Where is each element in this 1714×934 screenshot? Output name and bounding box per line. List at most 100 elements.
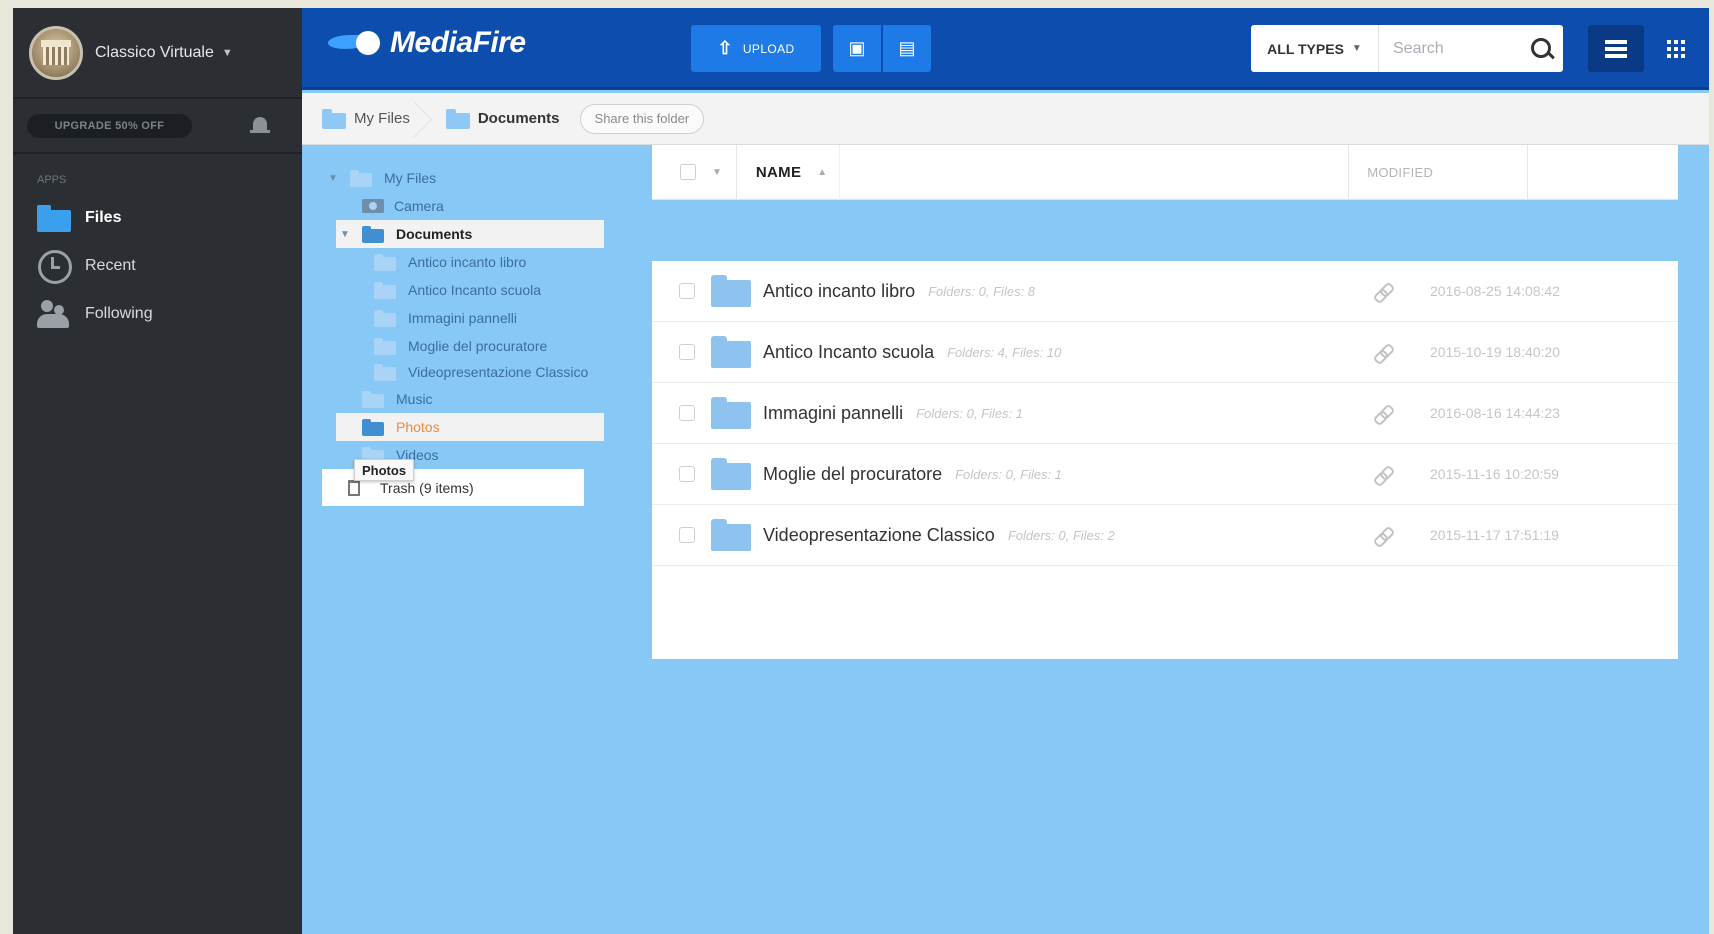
- file-meta: Folders: 0, Files: 8: [928, 283, 1036, 299]
- chevron-down-icon[interactable]: ▼: [712, 167, 722, 178]
- row-checkbox[interactable]: [679, 527, 695, 543]
- row-checkbox[interactable]: [679, 466, 695, 482]
- search-input[interactable]: [1379, 25, 1519, 72]
- tree-item-label: Camera: [394, 198, 444, 214]
- notification-bell-icon[interactable]: [250, 115, 270, 137]
- sort-ascending-icon[interactable]: ▲: [817, 167, 827, 178]
- share-link-icon[interactable]: [1374, 283, 1392, 301]
- column-modified-header[interactable]: MODIFIED: [1367, 165, 1433, 180]
- upgrade-row: UPGRADE 50% OFF: [13, 99, 302, 154]
- folder-icon: [322, 108, 348, 129]
- search-group: ALL TYPES ▼: [1251, 25, 1563, 72]
- folder-tree: ▼ My Files Camera ▼ Documents Antico inc…: [302, 145, 632, 934]
- table-row[interactable]: Videopresentazione Classico Folders: 0, …: [652, 505, 1678, 566]
- collapse-triangle-icon[interactable]: ▼: [340, 229, 352, 240]
- breadcrumb-my-files[interactable]: My Files: [302, 93, 426, 144]
- upload-icon: ⇧: [717, 38, 733, 58]
- search-icon[interactable]: [1519, 25, 1563, 72]
- folder-icon: [374, 337, 398, 355]
- share-link-icon[interactable]: [1374, 405, 1392, 423]
- upload-label: UPLOAD: [742, 41, 795, 56]
- tree-item-antico-incanto-libro[interactable]: Antico incanto libro: [374, 248, 526, 276]
- tree-item-immagini-pannelli[interactable]: Immagini pannelli: [374, 304, 517, 332]
- column-divider: [1348, 144, 1350, 200]
- logo[interactable]: MediaFire: [328, 26, 526, 60]
- table-row[interactable]: Immagini pannelli Folders: 0, Files: 1 2…: [652, 383, 1678, 444]
- file-list-header: ▼ NAME ▲ MODIFIED: [652, 144, 1678, 200]
- tree-item-label: Videopresentazione Classico: [408, 364, 589, 380]
- folder-icon: [362, 390, 386, 408]
- share-link-icon[interactable]: [1374, 527, 1392, 545]
- folder-icon: [35, 202, 73, 234]
- mediafire-logo-icon: [328, 29, 386, 57]
- row-checkbox[interactable]: [679, 344, 695, 360]
- tree-item-antico-incanto-scuola[interactable]: Antico Incanto scuola: [374, 276, 541, 304]
- sidebar-item-files[interactable]: Files: [13, 194, 302, 242]
- file-modified: 2016-08-16 14:44:23: [1430, 405, 1560, 421]
- tree-item-camera[interactable]: Camera: [362, 192, 444, 220]
- folder-icon: [711, 336, 751, 368]
- file-modified: 2015-11-17 17:51:19: [1430, 527, 1559, 543]
- file-name[interactable]: Antico Incanto scuola: [763, 342, 934, 363]
- tree-item-videopresentazione-classico[interactable]: Videopresentazione Classico: [374, 358, 588, 386]
- file-name[interactable]: Moglie del procuratore: [763, 464, 942, 485]
- sidebar-item-recent[interactable]: Recent: [13, 242, 302, 290]
- upgrade-button[interactable]: UPGRADE 50% OFF: [27, 113, 192, 138]
- top-bar: MediaFire ⇧ UPLOAD ▣ ▤ ALL TYPES ▼: [302, 8, 1709, 90]
- grid-view-icon: [1667, 39, 1685, 58]
- tree-item-label: Trash (9 items): [380, 480, 474, 496]
- column-name-header[interactable]: NAME: [756, 164, 801, 181]
- table-row[interactable]: Antico Incanto scuola Folders: 4, Files:…: [652, 322, 1678, 383]
- row-checkbox[interactable]: [679, 283, 695, 299]
- new-folder-button[interactable]: ▣: [833, 25, 881, 72]
- folder-icon: [711, 275, 751, 307]
- file-meta: Folders: 0, Files: 1: [916, 405, 1024, 421]
- list-view-button[interactable]: [1588, 25, 1644, 72]
- tree-item-documents[interactable]: ▼ Documents: [340, 220, 472, 248]
- grid-view-button[interactable]: [1648, 25, 1704, 72]
- folder-icon: [362, 225, 386, 243]
- account-menu[interactable]: Classico Virtuale ▼: [13, 8, 302, 99]
- collapse-triangle-icon[interactable]: ▼: [328, 173, 340, 184]
- file-modified: 2016-08-25 14:08:42: [1430, 283, 1560, 299]
- tree-item-photos[interactable]: Photos: [362, 413, 440, 441]
- breadcrumb-label: My Files: [354, 110, 410, 127]
- tree-item-music[interactable]: Music: [362, 385, 433, 413]
- tree-item-label: Antico incanto libro: [408, 254, 527, 270]
- file-list: Antico incanto libro Folders: 0, Files: …: [652, 261, 1678, 659]
- file-type-select[interactable]: ALL TYPES ▼: [1251, 25, 1379, 72]
- tree-item-moglie-del-procuratore[interactable]: Moglie del procuratore: [374, 332, 547, 360]
- upload-button[interactable]: ⇧ UPLOAD: [691, 25, 821, 72]
- clock-icon: [35, 250, 73, 284]
- share-folder-button[interactable]: Share this folder: [579, 103, 705, 134]
- folder-icon: [350, 169, 374, 187]
- column-divider: [1527, 144, 1529, 200]
- apps-section-label: APPS: [37, 174, 67, 186]
- file-name[interactable]: Immagini pannelli: [763, 403, 903, 424]
- table-row[interactable]: Moglie del procuratore Folders: 0, Files…: [652, 444, 1678, 505]
- tree-item-label: Antico Incanto scuola: [408, 282, 542, 298]
- trash-icon: [348, 480, 360, 496]
- row-checkbox[interactable]: [679, 405, 695, 421]
- share-link-icon[interactable]: [1374, 344, 1392, 362]
- folder-icon: [711, 458, 751, 490]
- file-modified: 2015-11-16 10:20:59: [1430, 466, 1559, 482]
- tree-item-my-files[interactable]: ▼ My Files: [328, 164, 436, 192]
- list-view-icon: [1605, 39, 1627, 58]
- folder-icon: [711, 519, 751, 551]
- file-name[interactable]: Antico incanto libro: [763, 281, 915, 302]
- select-all-checkbox[interactable]: [680, 164, 696, 180]
- file-type-label: ALL TYPES: [1267, 40, 1344, 57]
- folder-icon: [362, 418, 386, 436]
- tree-item-label: Moglie del procuratore: [408, 338, 548, 354]
- file-name[interactable]: Videopresentazione Classico: [763, 525, 995, 546]
- tree-item-label: Music: [396, 391, 433, 407]
- new-file-button[interactable]: ▤: [883, 25, 931, 72]
- breadcrumb-label: Documents: [477, 110, 560, 127]
- sidebar-item-following[interactable]: Following: [13, 290, 302, 338]
- column-divider: [839, 144, 841, 200]
- breadcrumb-documents[interactable]: Documents: [426, 93, 576, 144]
- share-link-icon[interactable]: [1374, 466, 1392, 484]
- sidebar-item-label: Files: [85, 209, 122, 226]
- table-row[interactable]: Antico incanto libro Folders: 0, Files: …: [652, 261, 1678, 322]
